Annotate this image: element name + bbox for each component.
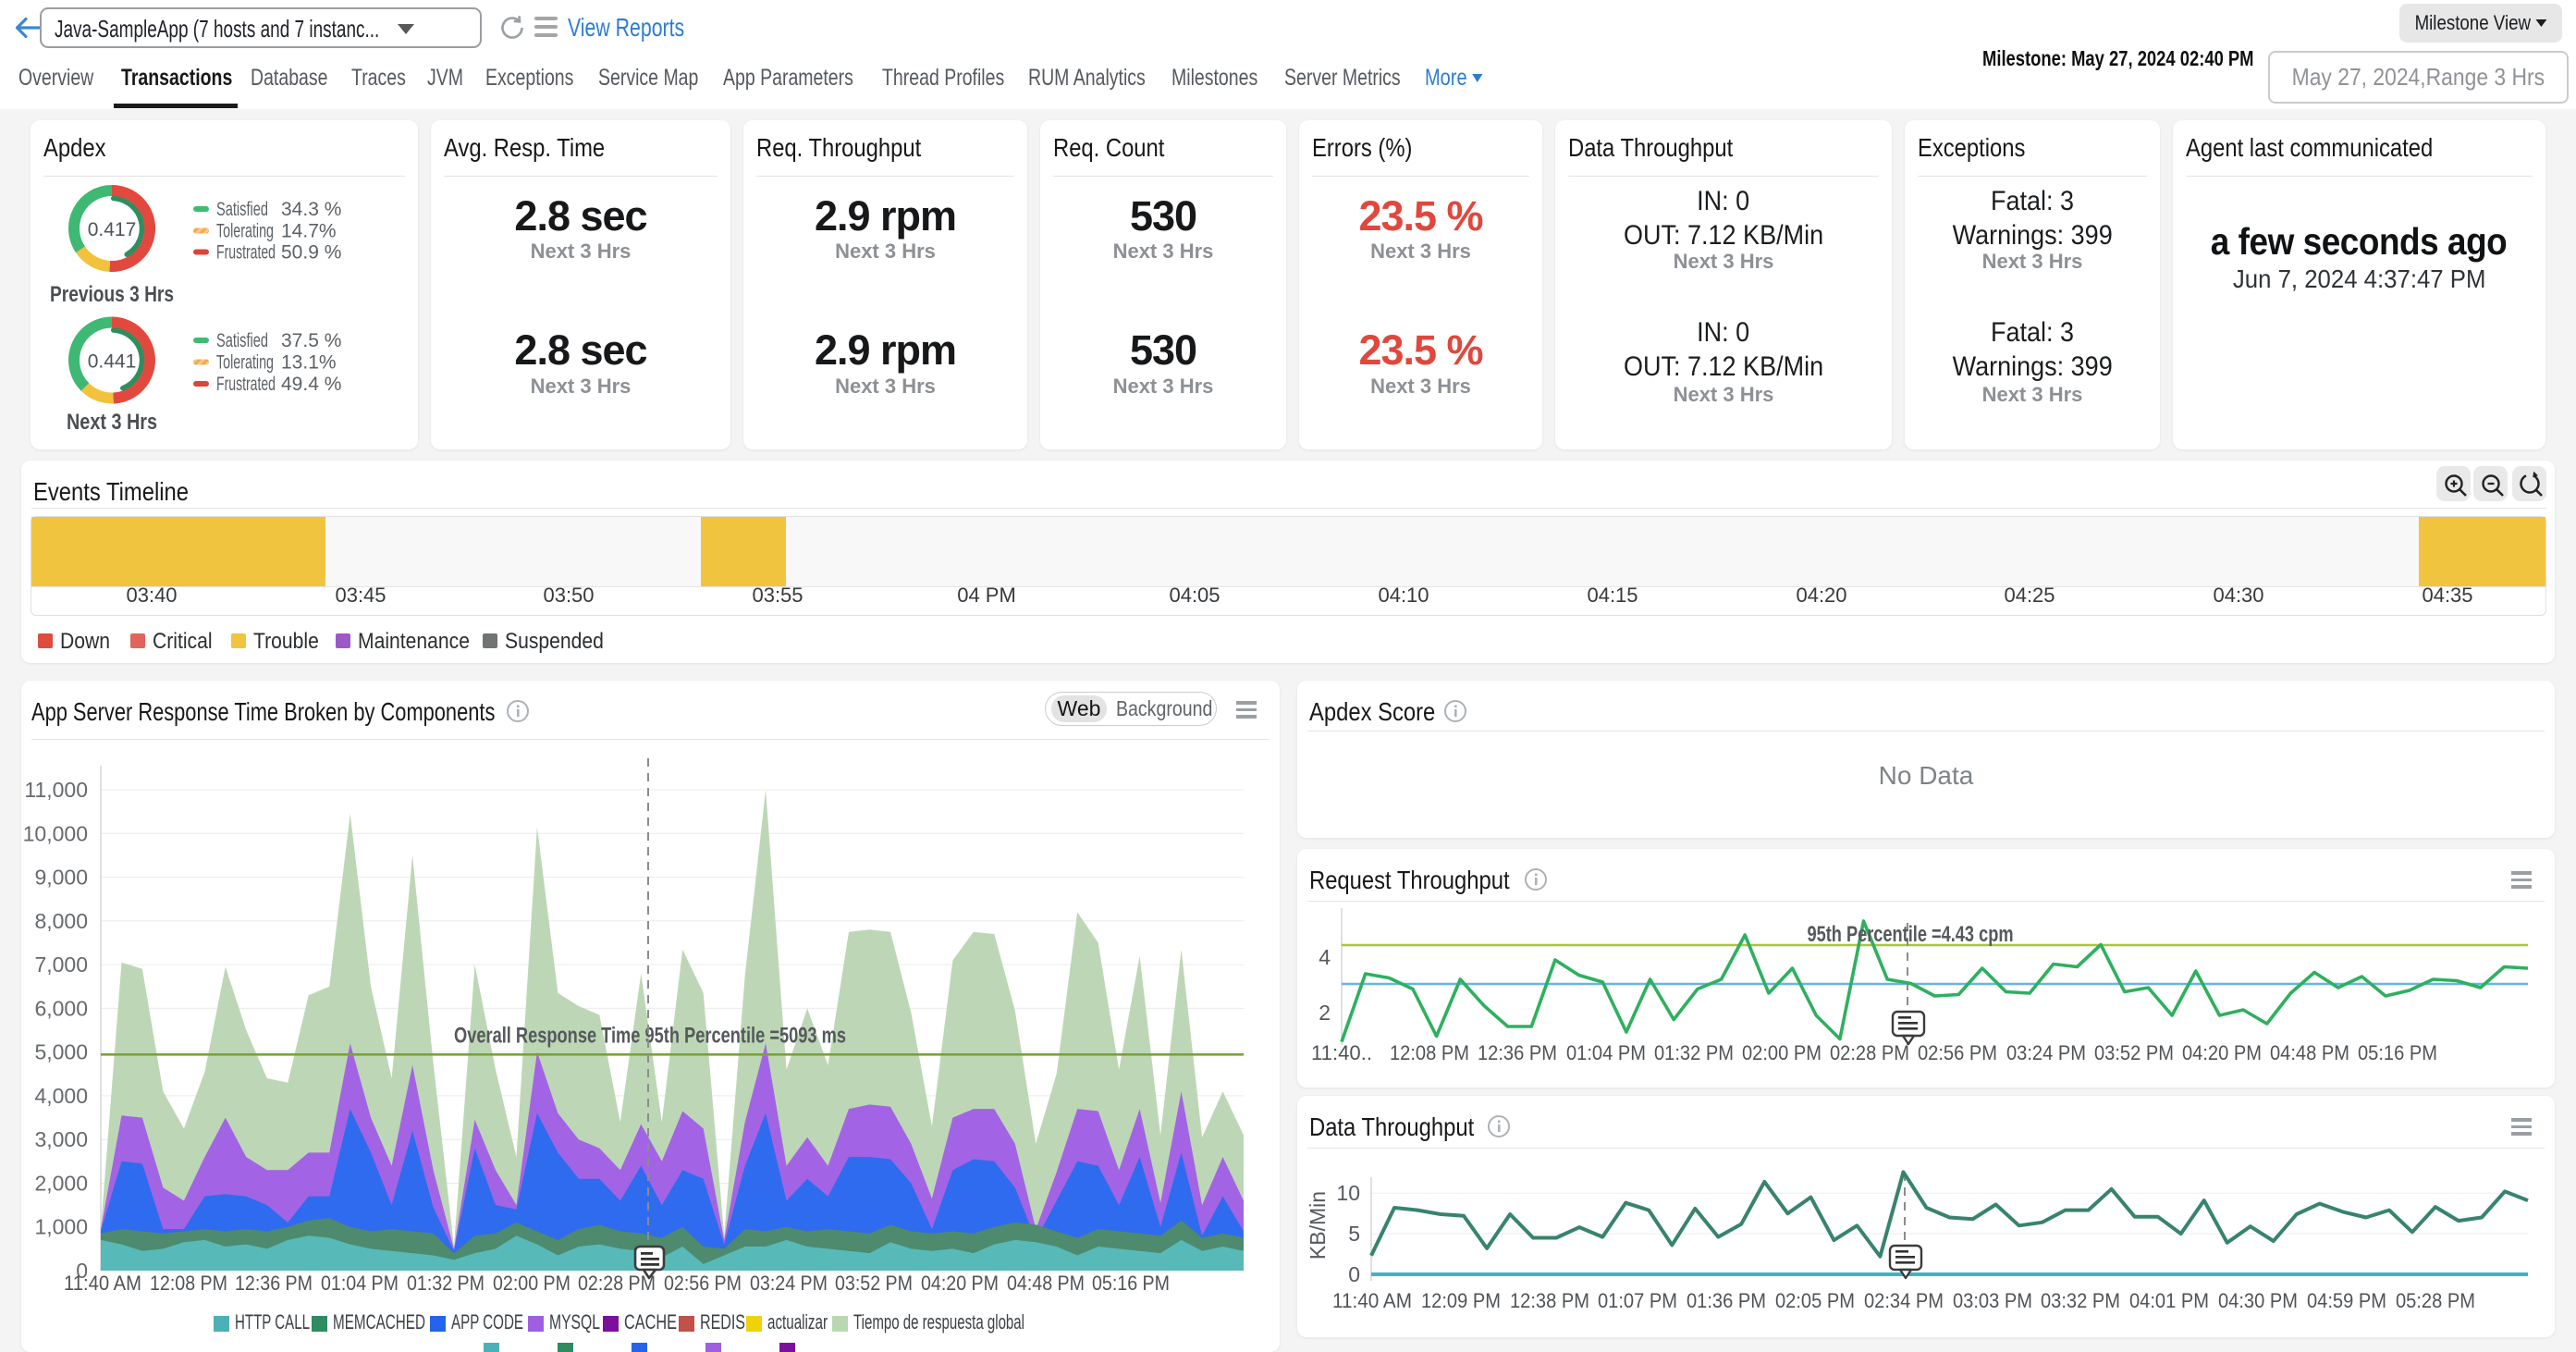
svg-text:MEMCACHED: MEMCACHED — [333, 1310, 425, 1334]
svg-text:02:56 PM: 02:56 PM — [1918, 1041, 1997, 1064]
svg-text:REDIS: REDIS — [700, 1310, 745, 1334]
svg-text:2: 2 — [1319, 1001, 1331, 1025]
svg-text:02:05 PM: 02:05 PM — [1775, 1289, 1855, 1312]
svg-text:2,000: 2,000 — [34, 1172, 88, 1196]
svg-text:01:36 PM: 01:36 PM — [1687, 1289, 1766, 1312]
svg-text:05:16 PM: 05:16 PM — [1092, 1272, 1170, 1295]
svg-text:14.7%: 14.7% — [281, 221, 337, 242]
svg-text:4: 4 — [1319, 945, 1331, 969]
svg-text:04:48 PM: 04:48 PM — [1007, 1272, 1085, 1295]
svg-text:12:08 PM: 12:08 PM — [150, 1272, 227, 1295]
svg-text:04:01 PM: 04:01 PM — [2129, 1289, 2209, 1312]
svg-text:6,000: 6,000 — [34, 996, 88, 1020]
svg-text:0.441: 0.441 — [88, 351, 137, 373]
svg-text:05:28 PM: 05:28 PM — [2396, 1289, 2475, 1312]
svg-text:Tolerating: Tolerating — [216, 221, 274, 242]
svg-text:03:24 PM: 03:24 PM — [2006, 1041, 2086, 1064]
svg-text:50.9 %: 50.9 % — [281, 242, 341, 264]
svg-text:12:38 PM: 12:38 PM — [1510, 1289, 1589, 1312]
svg-text:9,000: 9,000 — [34, 866, 88, 890]
svg-text:Next 3 Hrs: Next 3 Hrs — [67, 410, 157, 435]
svg-text:01:32 PM: 01:32 PM — [407, 1272, 485, 1295]
svg-text:APP CODE: APP CODE — [451, 1310, 523, 1334]
svg-text:05:16 PM: 05:16 PM — [2358, 1041, 2437, 1064]
svg-text:Satisfied: Satisfied — [216, 199, 268, 220]
svg-text:02:00 PM: 02:00 PM — [493, 1272, 570, 1295]
svg-text:Satisfied: Satisfied — [216, 330, 268, 351]
svg-text:34.3 %: 34.3 % — [281, 199, 341, 220]
svg-text:01:04 PM: 01:04 PM — [321, 1272, 399, 1295]
svg-text:0: 0 — [1348, 1262, 1360, 1286]
svg-text:04:48 PM: 04:48 PM — [2270, 1041, 2349, 1064]
svg-text:3,000: 3,000 — [34, 1127, 88, 1151]
svg-text:CACHE: CACHE — [624, 1310, 677, 1334]
svg-text:actualizar: actualizar — [767, 1310, 828, 1334]
svg-text:03:32 PM: 03:32 PM — [2041, 1289, 2120, 1312]
svg-text:Tolerating: Tolerating — [216, 352, 274, 374]
svg-text:HTTP CALL: HTTP CALL — [235, 1310, 310, 1334]
svg-text:10,000: 10,000 — [23, 821, 88, 845]
svg-text:5: 5 — [1348, 1222, 1360, 1246]
svg-text:11:40 AM: 11:40 AM — [1332, 1289, 1412, 1312]
svg-text:02:34 PM: 02:34 PM — [1864, 1289, 1944, 1312]
svg-text:0.417: 0.417 — [88, 219, 137, 240]
svg-text:03:52 PM: 03:52 PM — [2094, 1041, 2174, 1064]
svg-text:5,000: 5,000 — [34, 1040, 88, 1064]
svg-text:MYSQL: MYSQL — [549, 1310, 600, 1334]
svg-text:95th Percentile =4.43 cpm: 95th Percentile =4.43 cpm — [1808, 922, 2014, 947]
svg-text:1,000: 1,000 — [34, 1215, 88, 1239]
svg-text:11:40..: 11:40.. — [1311, 1041, 1372, 1064]
svg-text:02:56 PM: 02:56 PM — [664, 1272, 742, 1295]
svg-text:12:36 PM: 12:36 PM — [1478, 1041, 1557, 1064]
svg-text:Overall Response Time 95th Per: Overall Response Time 95th Percentile =5… — [454, 1023, 846, 1048]
svg-text:04:30 PM: 04:30 PM — [2218, 1289, 2298, 1312]
svg-text:12:08 PM: 12:08 PM — [1390, 1041, 1469, 1064]
svg-text:49.4 %: 49.4 % — [281, 374, 341, 395]
svg-text:Tiempo de respuesta global: Tiempo de respuesta global — [853, 1310, 1024, 1334]
svg-text:12:36 PM: 12:36 PM — [235, 1272, 313, 1295]
svg-text:KB/Min: KB/Min — [1306, 1191, 1330, 1260]
svg-text:11,000: 11,000 — [24, 778, 88, 802]
svg-text:02:00 PM: 02:00 PM — [1742, 1041, 1822, 1064]
svg-text:02:28 PM: 02:28 PM — [578, 1272, 656, 1295]
svg-text:11:40 AM: 11:40 AM — [64, 1272, 141, 1295]
svg-text:Previous 3 Hrs: Previous 3 Hrs — [50, 282, 174, 307]
svg-text:01:32 PM: 01:32 PM — [1654, 1041, 1734, 1064]
svg-text:04:59 PM: 04:59 PM — [2307, 1289, 2386, 1312]
svg-text:03:03 PM: 03:03 PM — [1953, 1289, 2032, 1312]
svg-text:03:52 PM: 03:52 PM — [835, 1272, 913, 1295]
svg-text:01:07 PM: 01:07 PM — [1598, 1289, 1677, 1312]
svg-text:03:24 PM: 03:24 PM — [750, 1272, 828, 1295]
svg-text:37.5 %: 37.5 % — [281, 330, 341, 351]
svg-text:01:04 PM: 01:04 PM — [1566, 1041, 1646, 1064]
svg-text:7,000: 7,000 — [34, 953, 88, 977]
svg-text:04:20 PM: 04:20 PM — [2182, 1041, 2262, 1064]
svg-text:04:20 PM: 04:20 PM — [921, 1272, 999, 1295]
svg-text:Frustrated: Frustrated — [216, 374, 276, 395]
svg-text:02:28 PM: 02:28 PM — [1830, 1041, 1909, 1064]
svg-text:10: 10 — [1336, 1181, 1360, 1205]
svg-text:4,000: 4,000 — [34, 1084, 88, 1108]
svg-text:8,000: 8,000 — [34, 909, 88, 933]
svg-text:Frustrated: Frustrated — [216, 242, 276, 264]
svg-text:13.1%: 13.1% — [281, 352, 337, 374]
svg-text:12:09 PM: 12:09 PM — [1421, 1289, 1501, 1312]
